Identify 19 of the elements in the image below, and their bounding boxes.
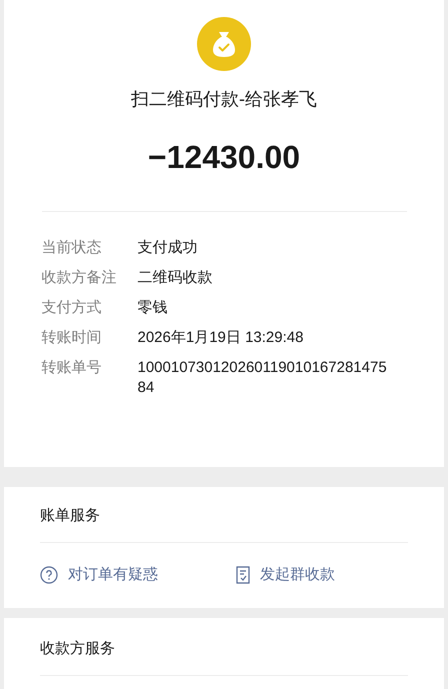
detail-value: 支付成功 — [138, 238, 198, 258]
detail-label: 转账时间 — [42, 328, 102, 348]
detail-label: 当前状态 — [42, 238, 102, 258]
detail-label: 支付方式 — [42, 298, 102, 318]
receipt-check-icon — [236, 566, 250, 584]
detail-label: 转账单号 — [42, 358, 102, 378]
payment-amount: −12430.00 — [148, 138, 300, 177]
detail-value: 2026年1月19日 13:29:48 — [138, 328, 304, 348]
question-icon — [40, 566, 58, 584]
section-title: 账单服务 — [40, 487, 408, 543]
detail-value: 10001073012026011901016728147584 — [138, 358, 388, 398]
payment-title: 扫二维码付款-给张孝飞 — [131, 88, 317, 111]
service-link[interactable]: 发起群收款 — [236, 564, 335, 586]
service-link[interactable]: 对订单有疑惑 — [40, 564, 236, 586]
detail-label: 收款方备注 — [42, 268, 118, 288]
money-bag-icon — [197, 17, 251, 71]
section-title: 收款方服务 — [40, 618, 408, 676]
detail-value: 零钱 — [138, 298, 168, 318]
detail-value: 二维码收款 — [138, 268, 214, 288]
